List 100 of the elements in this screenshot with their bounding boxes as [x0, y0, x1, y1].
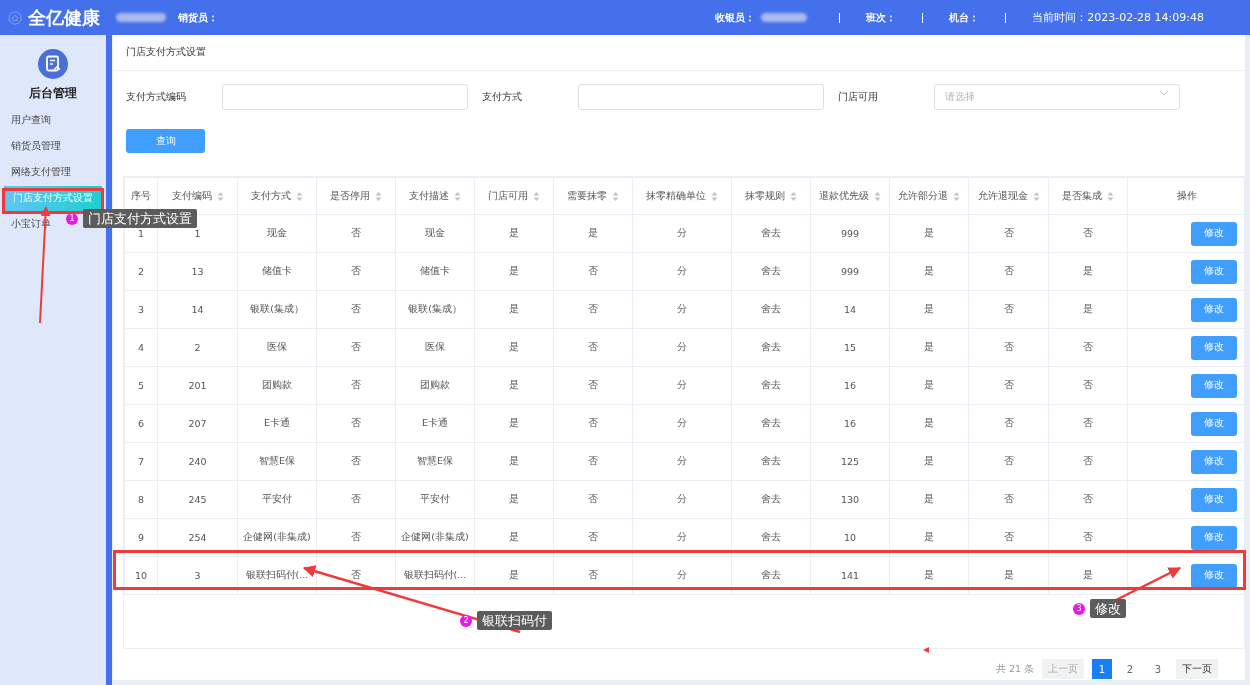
table-cell: 是: [509, 569, 519, 580]
annotation-tooltip: 门店支付方式设置: [83, 209, 197, 228]
table-cell: 是: [509, 493, 519, 504]
table-cell: 125: [840, 456, 860, 467]
shift-label: 班次：: [866, 10, 897, 25]
table-cell: 否: [351, 455, 361, 466]
table-cell: 否: [1083, 379, 1093, 390]
seller-label: 销货员：: [178, 10, 218, 25]
table-cell: 14: [191, 304, 204, 315]
table-cell: 是: [924, 569, 934, 580]
table-cell: 是: [924, 303, 934, 314]
column-header: 操作: [1127, 177, 1247, 215]
table-cell: 否: [351, 493, 361, 504]
table-cell: 储值卡: [420, 265, 450, 276]
table-cell: 201: [188, 380, 207, 391]
table-cell: 240: [188, 456, 207, 467]
table-cell: 否: [1003, 417, 1014, 428]
table-cell: 是: [924, 265, 934, 276]
table-cell: 是: [1083, 303, 1093, 314]
table-cell: 是: [509, 455, 519, 466]
table-cell: 否: [1003, 227, 1014, 238]
filter-label: 支付方式: [482, 90, 523, 104]
table-cell: 3: [194, 570, 201, 581]
table-cell: 否: [588, 455, 598, 466]
table-cell: 否: [1083, 417, 1093, 428]
table-cell: 银联(集成）: [250, 303, 304, 314]
table-cell: 是: [924, 227, 934, 238]
table-cell: 是: [1003, 569, 1014, 580]
table-cell: 舍去: [761, 569, 781, 580]
table-cell: 是: [509, 379, 519, 390]
table-cell: 分: [677, 569, 687, 580]
table-cell: 207: [188, 418, 207, 429]
table-cell: 企健网(非集成): [243, 531, 311, 542]
table-cell: 8: [137, 494, 144, 505]
table-cell: 企健网(非集成): [401, 531, 469, 542]
table-cell: 分: [677, 531, 687, 542]
app-title: 全亿健康: [28, 5, 100, 30]
table-cell: 储值卡: [262, 265, 292, 276]
table-cell: 分: [677, 303, 687, 314]
table-cell: 15: [843, 342, 857, 353]
table-cell: 是: [509, 417, 519, 428]
table-cell: 是: [509, 341, 519, 352]
table-cell: E卡通: [422, 417, 448, 428]
table-cell: 舍去: [761, 341, 781, 352]
filter-label: 支付方式编码: [126, 90, 187, 104]
table-cell: 舍去: [761, 265, 781, 276]
table-cell: 团购款: [420, 379, 450, 390]
table-cell: 舍去: [761, 417, 781, 428]
table-cell: 团购款: [262, 379, 292, 390]
sidebar-title: 后台管理: [28, 85, 78, 102]
table-cell: 否: [351, 265, 361, 276]
table-cell: 医保: [267, 341, 287, 352]
table-cell: 舍去: [761, 493, 781, 504]
table-cell: 否: [1003, 455, 1014, 466]
table-cell: 否: [351, 379, 361, 390]
table-cell: 银联扫码付(...: [245, 569, 309, 580]
table-cell: 14: [843, 304, 857, 315]
table-cell: 智慧E保: [259, 455, 295, 466]
current-time: 当前时间：2023-02-28 14:09:48: [1032, 10, 1204, 25]
table-cell: 分: [677, 417, 687, 428]
table-cell: 否: [1003, 531, 1014, 542]
table-cell: 否: [588, 493, 598, 504]
table-cell: 平安付: [420, 493, 450, 504]
cashier-label: 收银员：: [715, 10, 756, 25]
table-cell: 医保: [425, 341, 445, 352]
table-cell: 舍去: [761, 227, 781, 238]
table-cell: 分: [677, 265, 687, 276]
table-cell: 否: [588, 379, 598, 390]
filter-label: 门店可用: [838, 90, 879, 104]
table-cell: 否: [351, 227, 361, 238]
table-cell: 999: [840, 228, 860, 239]
table-cell: 否: [1003, 265, 1014, 276]
table-cell: 否: [1083, 227, 1093, 238]
table-cell: 16: [843, 380, 857, 391]
table-cell: 否: [351, 569, 361, 580]
annotation-tooltip: 修改: [1090, 599, 1126, 618]
table-cell: 是: [509, 531, 519, 542]
table-cell: 现金: [425, 227, 445, 238]
table-cell: 分: [677, 341, 687, 352]
table-cell: 是: [924, 341, 934, 352]
table-cell: 是: [1083, 569, 1093, 580]
table-cell: 舍去: [761, 379, 781, 390]
table-cell: 否: [588, 569, 598, 580]
table-cell: 是: [509, 265, 519, 276]
table-cell: 是: [924, 531, 934, 542]
table-cell: 2: [137, 266, 144, 277]
table-cell: 否: [588, 531, 598, 542]
table-cell: 否: [1083, 493, 1093, 504]
table-cell: 分: [677, 227, 687, 238]
table-cell: 否: [351, 341, 361, 352]
table-cell: 否: [351, 303, 361, 314]
table-cell: 1: [137, 228, 144, 239]
table-cell: 否: [1083, 341, 1093, 352]
table-cell: 254: [188, 532, 207, 543]
table-cell: 银联(集成）: [408, 303, 462, 314]
table-cell: 智慧E保: [417, 455, 453, 466]
table-cell: 是: [924, 455, 934, 466]
table-cell: 是: [588, 227, 598, 238]
table-cell: 否: [351, 417, 361, 428]
table-cell: 9: [137, 532, 144, 543]
